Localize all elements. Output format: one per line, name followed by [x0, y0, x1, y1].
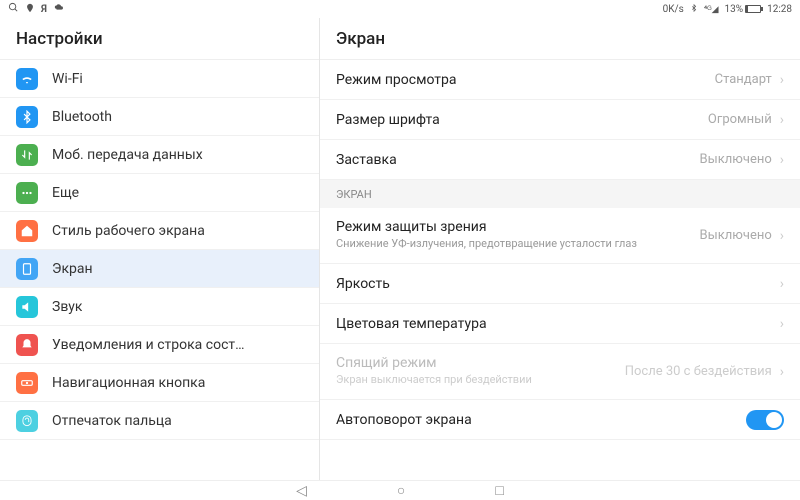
- label: Автоповорот экрана: [336, 412, 746, 428]
- section-screen: ЭКРАН: [320, 180, 800, 208]
- wifi-icon: [16, 68, 38, 90]
- sidebar-item-notif[interactable]: Уведомления и строка сост…: [0, 326, 319, 364]
- chevron-right-icon: ›: [780, 72, 784, 88]
- label: Спящий режим: [336, 355, 625, 371]
- signal-icon: ⁴ᴳ◢: [704, 4, 719, 15]
- battery-pct: 13%: [725, 4, 744, 15]
- detail-title: Экран: [320, 18, 800, 60]
- chevron-right-icon: ›: [780, 112, 784, 128]
- sidebar-item-label: Навигационная кнопка: [52, 375, 205, 391]
- settings-sidebar: Настройки Wi-Fi Bluetooth Моб. передача да…: [0, 18, 320, 480]
- home-icon: [16, 220, 38, 242]
- value: После 30 с бездействия: [625, 364, 772, 379]
- sidebar-item-sound[interactable]: Звук: [0, 288, 319, 326]
- autorotate-toggle[interactable]: [746, 410, 784, 430]
- label: Размер шрифта: [336, 112, 708, 128]
- android-navbar: ◁ ○ □: [0, 480, 800, 500]
- sidebar-item-label: Bluetooth: [52, 109, 112, 125]
- bt-icon: [16, 106, 38, 128]
- sidebar-item-label: Отпечаток пальца: [52, 413, 172, 429]
- value: Выключено: [700, 228, 772, 243]
- sidebar-item-data[interactable]: Моб. передача данных: [0, 136, 319, 174]
- row-color-temperature[interactable]: Цветовая температура ›: [320, 304, 800, 344]
- sidebar-item-wifi[interactable]: Wi-Fi: [0, 60, 319, 98]
- chevron-right-icon: ›: [780, 228, 784, 244]
- row-view-mode[interactable]: Режим просмотра Стандарт ›: [320, 60, 800, 100]
- yandex-icon: Я: [41, 4, 47, 15]
- sound-icon: [16, 296, 38, 318]
- chevron-right-icon: ›: [780, 364, 784, 380]
- more-icon: [16, 182, 38, 204]
- sidebar-item-more[interactable]: Еще: [0, 174, 319, 212]
- label: Режим просмотра: [336, 72, 715, 88]
- sidebar-item-label: Моб. передача данных: [52, 147, 203, 163]
- sidebar-item-nav[interactable]: Навигационная кнопка: [0, 364, 319, 402]
- home-button[interactable]: ○: [397, 482, 405, 499]
- label: Яркость: [336, 276, 780, 292]
- cloud-icon: [53, 3, 65, 16]
- sidebar-item-label: Уведомления и строка сост…: [52, 337, 245, 353]
- chevron-right-icon: ›: [780, 152, 784, 168]
- sidebar-item-label: Еще: [52, 185, 79, 201]
- sidebar-title: Настройки: [0, 18, 319, 60]
- screen-icon: [16, 258, 38, 280]
- clock: 12:28: [767, 4, 792, 15]
- row-sleep-mode: Спящий режим Экран выключается при безде…: [320, 344, 800, 400]
- chevron-right-icon: ›: [780, 276, 784, 292]
- row-eye-protection[interactable]: Режим защиты зрения Снижение УФ-излучени…: [320, 208, 800, 264]
- search-icon: [8, 2, 19, 16]
- label: Режим защиты зрения: [336, 219, 700, 235]
- recents-button[interactable]: □: [495, 482, 503, 499]
- notif-icon: [16, 334, 38, 356]
- bluetooth-icon: [690, 3, 698, 16]
- battery-icon: [745, 5, 761, 13]
- finger-icon: [16, 410, 38, 432]
- row-brightness[interactable]: Яркость ›: [320, 264, 800, 304]
- row-screensaver[interactable]: Заставка Выключено ›: [320, 140, 800, 180]
- sidebar-item-label: Wi-Fi: [52, 71, 83, 87]
- location-icon: [25, 3, 35, 16]
- chevron-right-icon: ›: [780, 316, 784, 332]
- sidebar-item-label: Стиль рабочего экрана: [52, 223, 205, 239]
- value: Огромный: [708, 112, 772, 127]
- sidebar-item-finger[interactable]: Отпечаток пальца: [0, 402, 319, 440]
- sidebar-item-bt[interactable]: Bluetooth: [0, 98, 319, 136]
- label: Заставка: [336, 152, 700, 168]
- back-button[interactable]: ◁: [296, 483, 307, 499]
- subtitle: Экран выключается при бездействии: [336, 373, 625, 387]
- data-icon: [16, 144, 38, 166]
- sidebar-item-label: Экран: [52, 261, 93, 277]
- row-font-size[interactable]: Размер шрифта Огромный ›: [320, 100, 800, 140]
- sidebar-item-label: Звук: [52, 299, 82, 315]
- value: Стандарт: [715, 72, 772, 87]
- label: Цветовая температура: [336, 316, 780, 332]
- detail-pane: Экран Режим просмотра Стандарт › Размер …: [320, 18, 800, 480]
- sidebar-item-screen[interactable]: Экран: [0, 250, 319, 288]
- subtitle: Снижение УФ-излучения, предотвращение ус…: [336, 237, 700, 251]
- value: Выключено: [700, 152, 772, 167]
- row-autorotate[interactable]: Автоповорот экрана: [320, 400, 800, 440]
- nav-icon: [16, 372, 38, 394]
- sidebar-item-home[interactable]: Стиль рабочего экрана: [0, 212, 319, 250]
- net-speed: 0K/s: [663, 4, 684, 15]
- status-bar: Я 0K/s ⁴ᴳ◢ 13% 12:28: [0, 0, 800, 18]
